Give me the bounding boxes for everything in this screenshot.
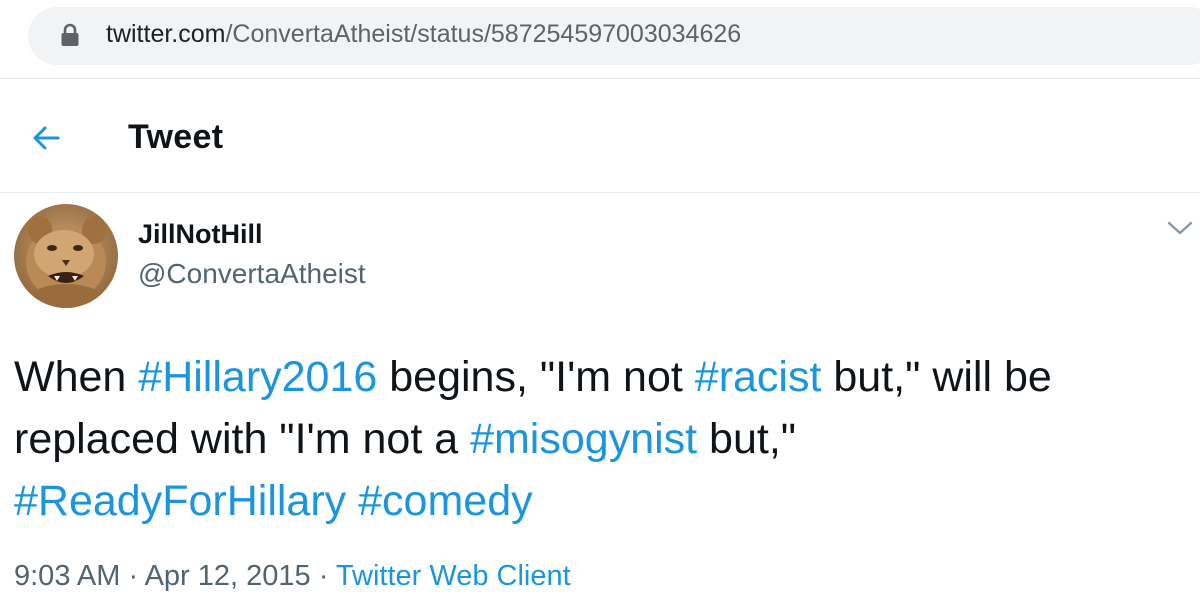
lion-cub-avatar bbox=[14, 204, 118, 308]
tweet-text: When #Hillary2016 begins, "I'm not #raci… bbox=[14, 346, 1194, 532]
url-path: /ConvertaAtheist/status/5872545970030346… bbox=[225, 20, 742, 48]
page-header: Tweet bbox=[0, 80, 1200, 193]
user-handle[interactable]: @ConvertaAtheist bbox=[138, 258, 366, 290]
tweet-text-part: begins, "I'm not bbox=[377, 353, 695, 401]
address-bar[interactable]: twitter.com/ConvertaAtheist/status/58725… bbox=[28, 7, 1200, 65]
meta-separator: · bbox=[120, 560, 145, 592]
tweet-date[interactable]: Apr 12, 2015 bbox=[145, 560, 311, 592]
tweet-text-part: but," bbox=[697, 415, 797, 463]
hashtag-link[interactable]: #racist bbox=[695, 353, 822, 401]
url-host: twitter.com bbox=[106, 20, 226, 48]
tweet-text-part: When bbox=[14, 353, 139, 401]
chevron-down-icon[interactable] bbox=[1166, 216, 1194, 240]
url-text[interactable]: twitter.com/ConvertaAtheist/status/58725… bbox=[106, 20, 741, 49]
hashtag-link[interactable]: #misogynist bbox=[470, 415, 697, 463]
tweet-text-part bbox=[346, 477, 358, 525]
lock-icon[interactable] bbox=[60, 23, 80, 47]
tweet-metadata: 9:03 AM · Apr 12, 2015 · Twitter Web Cli… bbox=[14, 560, 571, 593]
display-name[interactable]: JillNotHill bbox=[138, 219, 263, 250]
tweet-client-link[interactable]: Twitter Web Client bbox=[336, 560, 571, 592]
tweet-time[interactable]: 9:03 AM bbox=[14, 560, 120, 592]
hashtag-link[interactable]: #Hillary2016 bbox=[138, 353, 377, 401]
avatar[interactable] bbox=[14, 204, 118, 308]
meta-separator: · bbox=[310, 560, 336, 592]
page-title: Tweet bbox=[128, 118, 224, 156]
back-arrow-icon[interactable] bbox=[28, 120, 64, 156]
hashtag-link[interactable]: #comedy bbox=[358, 477, 532, 525]
hashtag-link[interactable]: #ReadyForHillary bbox=[14, 477, 346, 525]
browser-toolbar: twitter.com/ConvertaAtheist/status/58725… bbox=[0, 0, 1200, 79]
